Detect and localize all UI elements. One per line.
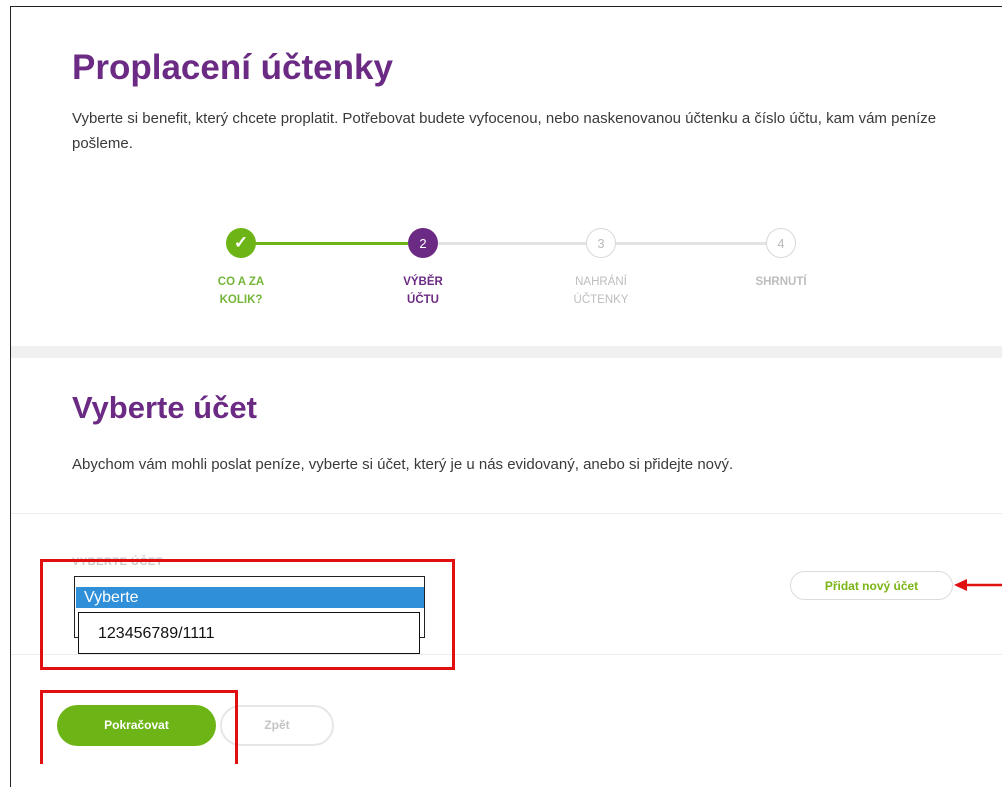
annotation-continue-highlight bbox=[40, 690, 238, 764]
page-title: Proplacení účtenky bbox=[72, 48, 393, 87]
step-3-marker: 3 bbox=[586, 228, 616, 258]
page-intro: Vyberte si benefit, který chcete proplat… bbox=[72, 110, 937, 152]
step-connector-3 bbox=[616, 242, 766, 245]
section-description: Abychom vám mohli poslat peníze, vyberte… bbox=[72, 456, 734, 473]
step-2-marker: 2 bbox=[408, 228, 438, 258]
step-4-marker: 4 bbox=[766, 228, 796, 258]
step-4-label-line1: SHRNUTÍ bbox=[755, 276, 807, 288]
step-1-label-line1: CO A ZA bbox=[217, 276, 265, 288]
step-1-check-icon: ✓ bbox=[226, 228, 256, 258]
step-2-label-line1: VÝBĚR bbox=[403, 276, 443, 288]
step-2-label: VÝBĚR ÚČTU bbox=[363, 273, 483, 309]
section-title: Vyberte účet bbox=[72, 390, 257, 425]
step-3-label: NAHRÁNÍ ÚČTENKY bbox=[541, 273, 661, 309]
step-1-label-line2: KOLIK? bbox=[219, 294, 263, 306]
divider-top bbox=[11, 513, 1002, 514]
step-connector-2 bbox=[438, 242, 586, 245]
step-2-label-line2: ÚČTU bbox=[407, 294, 439, 306]
step-connector-1 bbox=[255, 242, 408, 245]
annotation-select-highlight bbox=[40, 559, 455, 670]
annotation-arrow-icon bbox=[954, 579, 1002, 591]
step-1-label: CO A ZA KOLIK? bbox=[181, 273, 301, 309]
step-3-label-line1: NAHRÁNÍ bbox=[575, 276, 627, 288]
add-account-button[interactable]: Přidat nový účet bbox=[790, 571, 953, 600]
step-4-label: SHRNUTÍ bbox=[721, 273, 841, 291]
step-3-label-line2: ÚČTENKY bbox=[573, 294, 629, 306]
section-separator-band bbox=[11, 346, 1002, 358]
